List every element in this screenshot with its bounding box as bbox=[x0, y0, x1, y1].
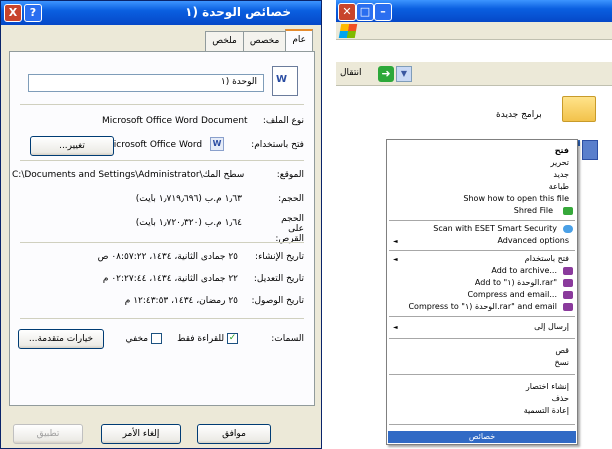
menu-separator bbox=[389, 220, 575, 221]
winrar-icon bbox=[563, 267, 573, 275]
divider bbox=[20, 104, 304, 105]
readonly-option[interactable]: ✓ للقراءة فقط bbox=[177, 333, 238, 344]
menu-item-send-to[interactable]: إرسال إلى bbox=[534, 322, 569, 331]
advanced-button[interactable]: خيارات متقدمة... bbox=[18, 329, 104, 349]
menu-item-shred[interactable]: Shred File bbox=[514, 206, 553, 215]
menu-item-add-rar[interactable]: Add to "الوحدة (١.rar" bbox=[475, 278, 557, 287]
menu-item-properties[interactable]: خصائص bbox=[388, 431, 576, 443]
menu-item-copy[interactable]: نسخ bbox=[554, 358, 569, 367]
go-arrow-icon[interactable]: ➜ bbox=[378, 66, 394, 82]
close-icon[interactable]: ✕ bbox=[338, 3, 356, 21]
size-value: ١٫٦٣ م.ب (١٫٧١٩٫٦٩٦ بايت) bbox=[135, 194, 242, 204]
general-panel: الوحدة (١ نوع الملف: Microsoft Office Wo… bbox=[9, 51, 315, 406]
cancel-button[interactable]: إلغاء الأمر bbox=[101, 424, 181, 444]
created-label: تاريخ الإنشاء: bbox=[255, 252, 304, 262]
dialog-title: خصائص الوحدة (١ bbox=[185, 5, 291, 19]
opens-with-label: فتح باستخدام: bbox=[251, 140, 304, 150]
type-label: نوع الملف: bbox=[262, 116, 304, 126]
divider bbox=[20, 318, 304, 319]
apply-button[interactable]: تطبيق bbox=[13, 424, 83, 444]
folder-label[interactable]: برامج جديدة bbox=[496, 110, 542, 120]
menu-item-edit[interactable]: تحرير bbox=[551, 158, 569, 167]
tab-custom[interactable]: مخصص bbox=[242, 31, 287, 51]
submenu-arrow-icon: ◄ bbox=[393, 238, 398, 245]
accessed-label: تاريخ الوصول: bbox=[251, 296, 304, 306]
go-label[interactable]: انتقال bbox=[340, 68, 362, 78]
folder-icon[interactable] bbox=[562, 96, 596, 122]
modified-label: تاريخ التعديل: bbox=[253, 274, 304, 284]
minimize-icon[interactable]: – bbox=[374, 3, 392, 21]
tab-general[interactable]: عام bbox=[285, 29, 313, 51]
menu-item-add-archive[interactable]: Add to archive... bbox=[491, 266, 557, 275]
modified-value: ٢٢ جمادى الثانية، ١٤٣٤، ٠٢:٢٧:٤٤ م bbox=[102, 274, 238, 284]
menu-item-compress-email[interactable]: Compress and email... bbox=[467, 290, 557, 299]
menu-separator bbox=[389, 250, 575, 251]
submenu-arrow-icon: ◄ bbox=[393, 256, 398, 263]
menu-item-print[interactable]: طباعة bbox=[549, 182, 569, 191]
menu-separator bbox=[389, 424, 575, 425]
created-value: ٢٥ جمادى الثانية، ١٤٣٤، ٠٨:٥٧:٢٢ ص bbox=[97, 252, 238, 262]
help-button[interactable]: ? bbox=[24, 4, 42, 22]
menu-item-new[interactable]: جديد bbox=[553, 170, 569, 179]
eset-icon bbox=[563, 225, 573, 233]
size-label: الحجم: bbox=[278, 194, 304, 204]
maximize-icon[interactable]: □ bbox=[356, 3, 374, 21]
address-bar: انتقال ➜ ▼ bbox=[336, 62, 612, 86]
tab-summary[interactable]: ملخص bbox=[205, 31, 244, 51]
properties-dialog: خصائص الوحدة (١ X ? عام مخصص ملخص الوحدة… bbox=[0, 0, 322, 449]
location-label: الموقع: bbox=[276, 170, 304, 180]
submenu-arrow-icon: ◄ bbox=[393, 324, 398, 331]
tab-strip: عام مخصص ملخص bbox=[205, 29, 313, 51]
document-icon[interactable] bbox=[582, 140, 598, 160]
windows-logo-icon bbox=[338, 24, 358, 38]
explorer-title-bar[interactable]: ✕ □ – bbox=[336, 0, 612, 22]
readonly-label: للقراءة فقط bbox=[177, 334, 225, 344]
menu-bar bbox=[336, 22, 612, 40]
type-value: Microsoft Office Word Document bbox=[102, 116, 248, 126]
menu-item-create-shortcut[interactable]: إنشاء اختصار bbox=[526, 382, 569, 391]
location-value: C:\Documents and Settings\Administrator\… bbox=[12, 170, 245, 180]
accessed-value: ٢٥ رمضان، ١٤٣٤، ١٢:٤٣:٥٣ م bbox=[124, 296, 238, 306]
word-app-icon: W bbox=[210, 137, 224, 151]
menu-item-delete[interactable]: حذف bbox=[552, 394, 569, 403]
close-button[interactable]: X bbox=[4, 4, 22, 22]
divider bbox=[20, 160, 304, 161]
shred-icon bbox=[563, 207, 573, 215]
readonly-checkbox[interactable]: ✓ bbox=[227, 333, 238, 344]
dialog-title-bar[interactable]: خصائص الوحدة (١ X ? bbox=[1, 1, 321, 25]
winrar-icon bbox=[563, 279, 573, 287]
word-document-icon bbox=[272, 66, 298, 96]
menu-item-advanced-options[interactable]: Advanced options bbox=[497, 236, 569, 245]
menu-item-eset-scan[interactable]: Scan with ESET Smart Security bbox=[433, 224, 557, 233]
winrar-icon bbox=[563, 303, 573, 311]
size-on-disk-value: ١٫٦٤ م.ب (١٫٧٢٠٫٣٢٠ بايت) bbox=[135, 218, 242, 228]
menu-item-open-with[interactable]: فتح باستخدام bbox=[525, 254, 569, 263]
winrar-icon bbox=[563, 291, 573, 299]
menu-item-rename[interactable]: إعادة التسمية bbox=[524, 406, 569, 415]
opens-with-value: Microsoft Office Word bbox=[106, 140, 203, 150]
menu-item-compress-rar-email[interactable]: Compress to "الوحدة (١.rar" and email bbox=[408, 302, 557, 311]
hidden-option[interactable]: مخفي bbox=[125, 333, 162, 344]
menu-separator bbox=[389, 374, 575, 375]
size-on-disk-label: الحجم على القرص: bbox=[275, 214, 304, 244]
menu-item-cut[interactable]: قص bbox=[555, 346, 569, 355]
hidden-label: مخفي bbox=[125, 334, 149, 344]
change-button[interactable]: تغيير... bbox=[30, 136, 114, 156]
menu-item-open[interactable]: فتح bbox=[555, 146, 569, 155]
menu-separator bbox=[389, 316, 575, 317]
menu-separator bbox=[389, 338, 575, 339]
divider bbox=[20, 242, 304, 243]
context-menu: فتح تحرير جديد طباعة Show how to open th… bbox=[386, 139, 578, 445]
file-name-input[interactable]: الوحدة (١ bbox=[28, 74, 264, 92]
hidden-checkbox[interactable] bbox=[151, 333, 162, 344]
menu-item-show-how[interactable]: Show how to open this file bbox=[463, 194, 569, 203]
ok-button[interactable]: موافق bbox=[197, 424, 271, 444]
address-dropdown-icon[interactable]: ▼ bbox=[396, 66, 412, 82]
attributes-label: السمات: bbox=[271, 334, 304, 344]
